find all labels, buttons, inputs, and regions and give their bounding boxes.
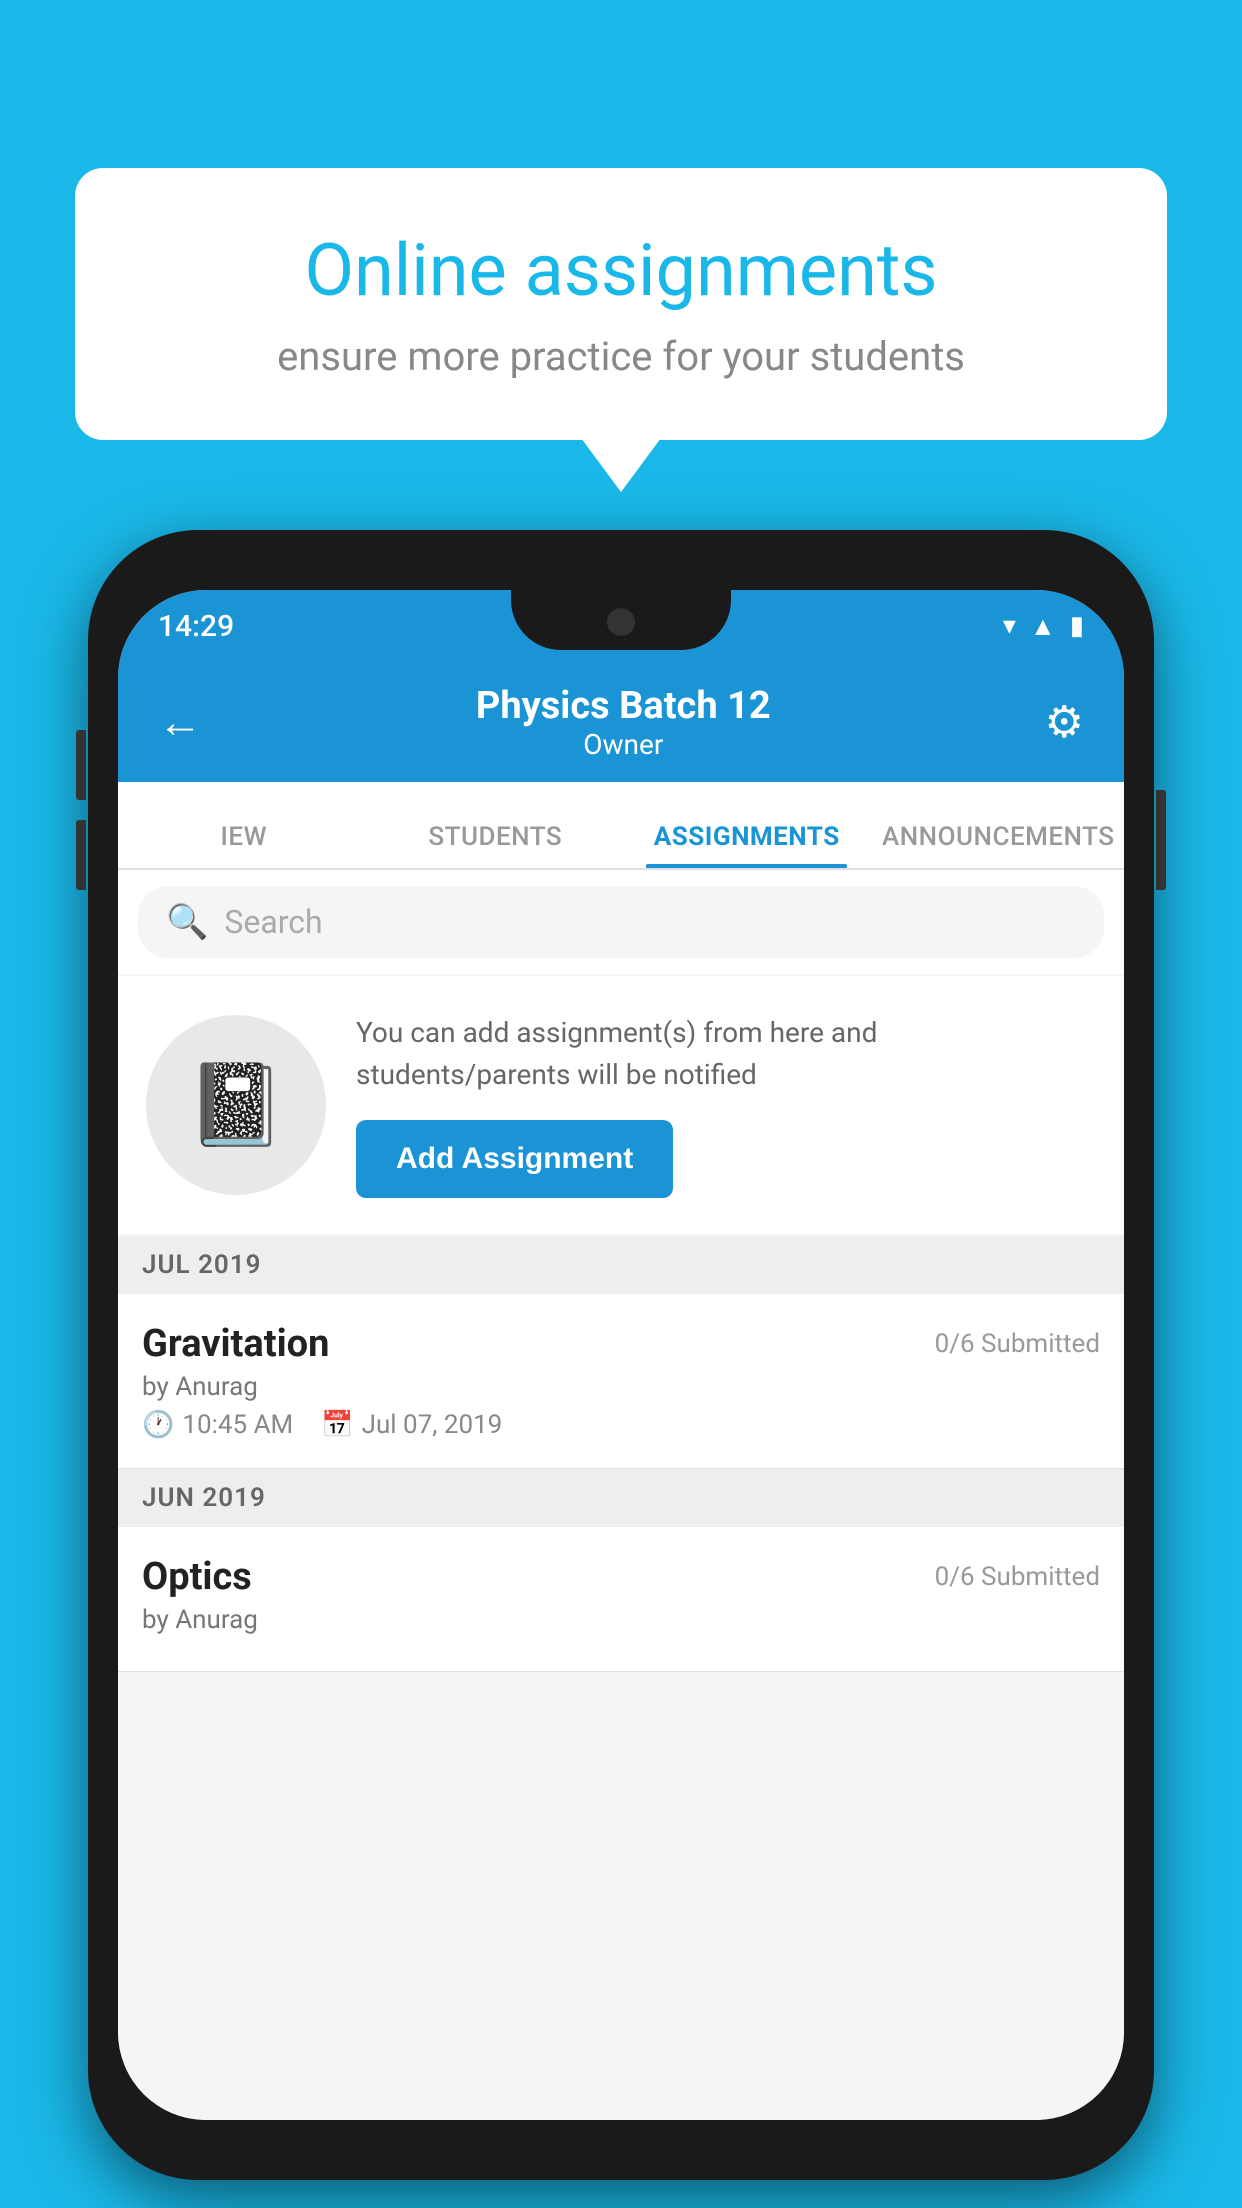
search-input[interactable]: Search bbox=[224, 903, 322, 941]
settings-icon[interactable]: ⚙ bbox=[1045, 696, 1084, 748]
assignment-optics[interactable]: Optics 0/6 Submitted by Anurag bbox=[118, 1527, 1124, 1672]
app-bar-title: Physics Batch 12 bbox=[476, 684, 771, 728]
assignment-submitted: 0/6 Submitted bbox=[935, 1329, 1100, 1359]
vol-down-button bbox=[76, 820, 86, 890]
assignment-meta: 🕐 10:45 AM 📅 Jul 07, 2019 bbox=[142, 1410, 1100, 1440]
content-area: 🔍 Search 📓 You can add assignment(s) fro… bbox=[118, 870, 1124, 2120]
assignment-name-optics: Optics bbox=[142, 1555, 252, 1599]
section-header-jun: JUN 2019 bbox=[118, 1469, 1124, 1527]
notebook-icon: 📓 bbox=[186, 1058, 286, 1152]
info-text-block: You can add assignment(s) from here and … bbox=[356, 1012, 1096, 1198]
assignment-by-optics: by Anurag bbox=[142, 1605, 1100, 1635]
search-bar-wrap: 🔍 Search bbox=[118, 870, 1124, 974]
back-button[interactable]: ← bbox=[158, 696, 202, 748]
speech-bubble-subtitle: ensure more practice for your students bbox=[135, 333, 1107, 380]
status-time: 14:29 bbox=[158, 609, 234, 644]
assignment-submitted-optics: 0/6 Submitted bbox=[935, 1562, 1100, 1592]
phone-device: 14:29 ▾ ▲ ▮ ← Physics Batch 12 Owner ⚙ I… bbox=[88, 530, 1154, 2180]
search-icon: 🔍 bbox=[166, 902, 208, 942]
app-bar-subtitle: Owner bbox=[476, 728, 771, 761]
assignment-by: by Anurag bbox=[142, 1372, 1100, 1402]
vol-up-button bbox=[76, 730, 86, 800]
app-bar: ← Physics Batch 12 Owner ⚙ bbox=[118, 662, 1124, 782]
phone-screen: 14:29 ▾ ▲ ▮ ← Physics Batch 12 Owner ⚙ I… bbox=[118, 590, 1124, 2120]
battery-icon: ▮ bbox=[1070, 611, 1084, 641]
front-camera bbox=[607, 608, 635, 636]
add-assignment-button[interactable]: Add Assignment bbox=[356, 1120, 673, 1198]
search-bar[interactable]: 🔍 Search bbox=[138, 886, 1104, 958]
tab-students[interactable]: STUDENTS bbox=[370, 822, 622, 868]
signal-icon: ▲ bbox=[1030, 611, 1056, 642]
assignment-time: 10:45 AM bbox=[182, 1410, 293, 1440]
tabs-bar: IEW STUDENTS ASSIGNMENTS ANNOUNCEMENTS bbox=[118, 782, 1124, 870]
calendar-icon: 📅 bbox=[321, 1410, 353, 1440]
info-card: 📓 You can add assignment(s) from here an… bbox=[118, 976, 1124, 1234]
section-header-jul: JUL 2019 bbox=[118, 1236, 1124, 1294]
assignment-name: Gravitation bbox=[142, 1322, 329, 1366]
assignment-date: Jul 07, 2019 bbox=[362, 1410, 503, 1440]
meta-time: 🕐 10:45 AM bbox=[142, 1410, 293, 1440]
speech-bubble-title: Online assignments bbox=[135, 228, 1107, 313]
assignment-gravitation[interactable]: Gravitation 0/6 Submitted by Anurag 🕐 10… bbox=[118, 1294, 1124, 1469]
meta-date: 📅 Jul 07, 2019 bbox=[321, 1410, 502, 1440]
speech-bubble: Online assignments ensure more practice … bbox=[75, 168, 1167, 440]
app-bar-title-wrap: Physics Batch 12 Owner bbox=[476, 684, 771, 761]
tab-assignments[interactable]: ASSIGNMENTS bbox=[621, 822, 873, 868]
assignment-icon-circle: 📓 bbox=[146, 1015, 326, 1195]
status-icons: ▾ ▲ ▮ bbox=[1003, 611, 1084, 642]
tab-announcements[interactable]: ANNOUNCEMENTS bbox=[873, 822, 1125, 868]
assignment-top: Gravitation 0/6 Submitted bbox=[142, 1322, 1100, 1366]
power-button bbox=[1156, 790, 1166, 890]
clock-icon: 🕐 bbox=[142, 1410, 174, 1440]
assignment-top-optics: Optics 0/6 Submitted bbox=[142, 1555, 1100, 1599]
phone-notch bbox=[511, 590, 731, 650]
info-description: You can add assignment(s) from here and … bbox=[356, 1012, 1096, 1096]
wifi-icon: ▾ bbox=[1003, 611, 1016, 641]
tab-iew[interactable]: IEW bbox=[118, 822, 370, 868]
